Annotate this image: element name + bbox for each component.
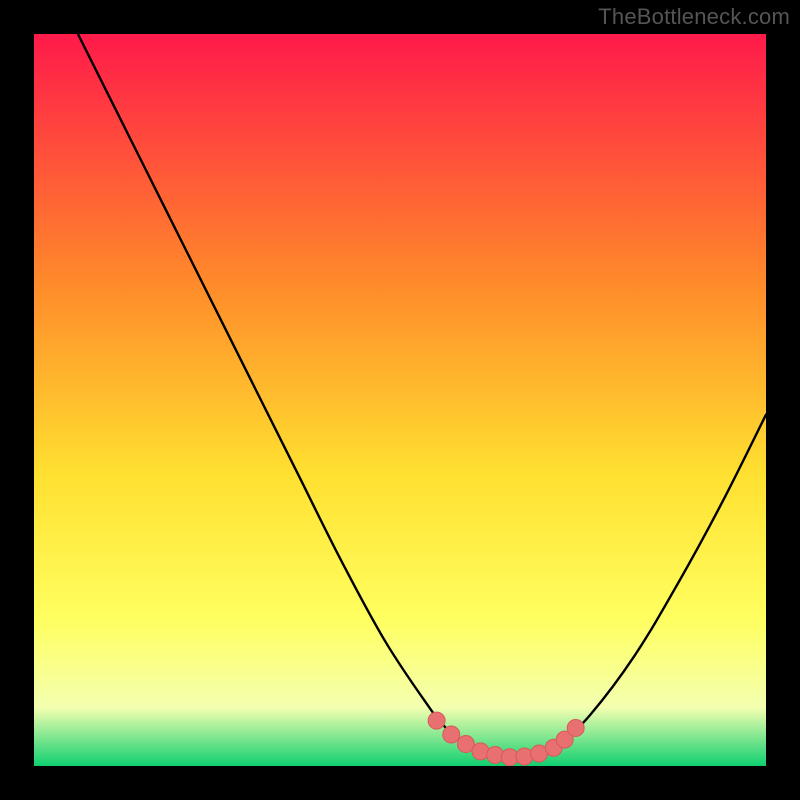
watermark-text: TheBottleneck.com [598, 4, 790, 30]
bottleneck-chart [34, 34, 766, 766]
chart-frame: TheBottleneck.com [0, 0, 800, 800]
marker-dot [428, 712, 445, 729]
marker-dot [443, 726, 460, 743]
marker-dot [567, 719, 584, 736]
plot-area [34, 34, 766, 766]
gradient-background [34, 34, 766, 766]
marker-dot [516, 748, 533, 765]
